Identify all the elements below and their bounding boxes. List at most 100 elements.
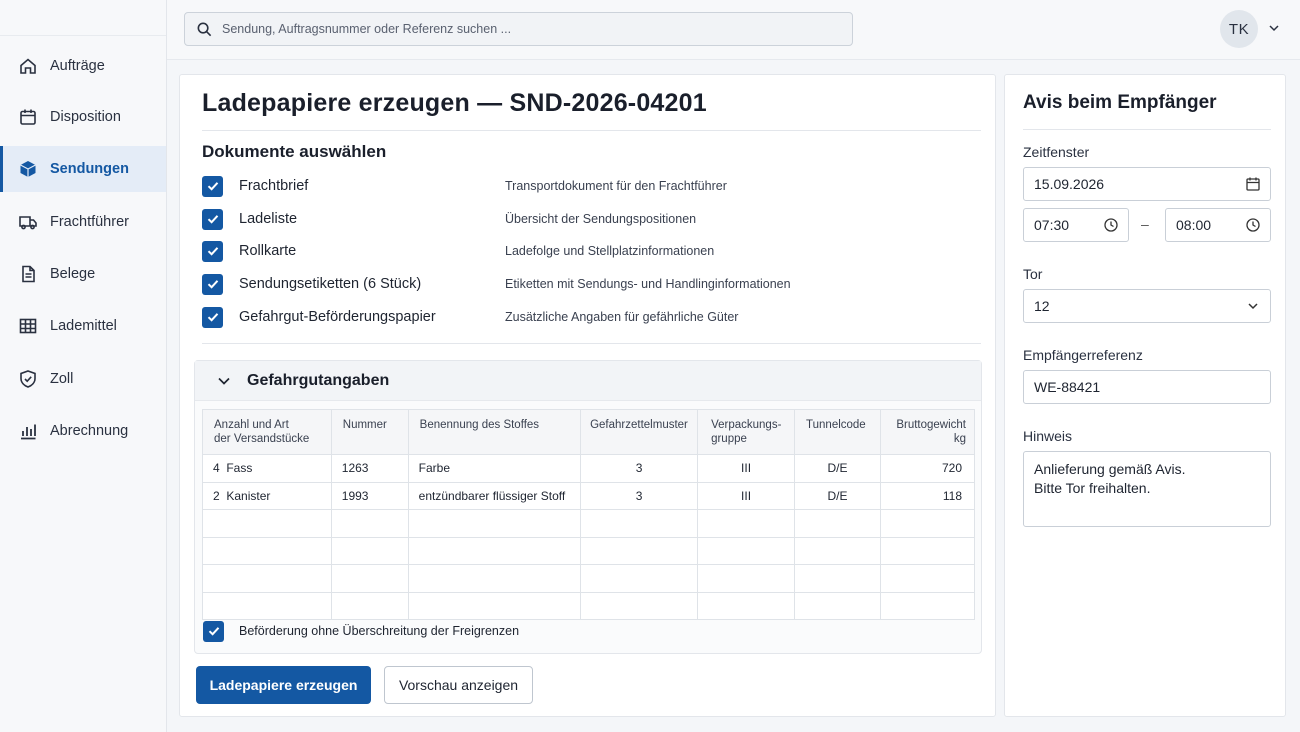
empty-cell[interactable] <box>580 591 699 620</box>
check-icon <box>207 182 218 191</box>
empty-cell[interactable] <box>580 536 699 565</box>
cell-benennung[interactable]: entzündbarer flüssiger Stoff <box>407 481 582 510</box>
sidebar-item-auftraege[interactable]: Aufträge <box>0 43 166 89</box>
cell-verpackungsgruppe[interactable]: III <box>697 454 796 483</box>
avatar[interactable]: TK <box>1220 10 1258 48</box>
empty-cell[interactable] <box>879 509 976 538</box>
documents-heading: Dokumente auswählen <box>202 142 387 161</box>
empty-cell[interactable] <box>697 509 796 538</box>
cell-anzahl[interactable]: 4 Fass <box>202 454 332 483</box>
time-from-field[interactable]: 07:30 <box>1023 208 1129 242</box>
cell-benennung[interactable]: Farbe <box>407 454 582 483</box>
empty-cell[interactable] <box>330 536 409 565</box>
empty-table-row[interactable] <box>202 564 976 593</box>
empty-cell[interactable] <box>697 536 796 565</box>
empty-cell[interactable] <box>879 536 976 565</box>
empty-cell[interactable] <box>202 591 332 620</box>
sidebar-item-sendungen[interactable]: Sendungen <box>0 146 166 192</box>
clock-icon[interactable] <box>1103 217 1119 233</box>
empty-cell[interactable] <box>794 564 881 593</box>
time-to-field[interactable]: 08:00 <box>1165 208 1271 242</box>
box-icon <box>20 161 36 177</box>
search-box[interactable] <box>184 12 853 46</box>
divider <box>1023 129 1271 130</box>
empty-cell[interactable] <box>407 536 582 565</box>
table-row[interactable]: 4 Fass 1263 Farbe 3 III D/E 720 <box>202 454 976 483</box>
checkbox-frachtbrief[interactable] <box>202 175 223 197</box>
cell-nummer[interactable]: 1263 <box>330 454 409 483</box>
column-header-text: Bruttogewicht <box>896 419 966 431</box>
empty-cell[interactable] <box>879 564 976 593</box>
search-icon <box>197 22 212 36</box>
empty-table-row[interactable] <box>202 591 976 620</box>
checkbox-rollkarte[interactable] <box>202 240 223 262</box>
checkbox-freigrenzen[interactable] <box>203 620 224 642</box>
document-option-gefahrgut: Gefahrgut-Beförderungspapier Zusätzliche… <box>202 306 962 328</box>
hazmat-panel-toggle[interactable]: Gefahrgutangaben <box>195 361 981 401</box>
sidebar-item-zoll[interactable]: Zoll <box>0 356 166 402</box>
search-input[interactable] <box>222 22 822 36</box>
checkbox-gefahrgut[interactable] <box>202 306 223 328</box>
checkbox-ladeliste[interactable] <box>202 208 223 230</box>
document-label: Frachtbrief <box>239 178 309 194</box>
preview-button[interactable]: Vorschau anzeigen <box>384 666 533 704</box>
main-card: Ladepapiere erzeugen — SND-2026-04201 Do… <box>179 74 996 717</box>
hazmat-table: Anzahl und Art der Versandstücke Nummer B… <box>202 409 976 620</box>
hinweis-textarea[interactable]: Anlieferung gemäß Avis. Bitte Tor freiha… <box>1023 451 1271 527</box>
truck-icon <box>19 216 37 230</box>
sidebar-item-lademittel[interactable]: Lademittel <box>0 303 166 349</box>
top-bar: TK <box>167 0 1300 60</box>
check-icon <box>207 280 218 289</box>
sidebar-item-disposition[interactable]: Disposition <box>0 94 166 140</box>
sidebar-item-frachtfuehrer[interactable]: Frachtführer <box>0 199 166 245</box>
empty-cell[interactable] <box>580 564 699 593</box>
cell-gefahrzettel[interactable]: 3 <box>580 481 699 510</box>
empty-cell[interactable] <box>697 591 796 620</box>
sidebar-item-label: Disposition <box>50 109 121 125</box>
document-description: Ladefolge und Stellplatzinformationen <box>505 244 715 258</box>
empty-cell[interactable] <box>580 509 699 538</box>
sidebar-item-label: Lademittel <box>50 318 117 334</box>
divider <box>202 343 981 344</box>
cell-gefahrzettel[interactable]: 3 <box>580 454 699 483</box>
empty-cell[interactable] <box>794 536 881 565</box>
empty-cell[interactable] <box>879 591 976 620</box>
empty-cell[interactable] <box>697 564 796 593</box>
column-header-nummer: Nummer <box>330 409 409 455</box>
empty-cell[interactable] <box>407 591 582 620</box>
checkbox-sendungsetiketten[interactable] <box>202 273 223 295</box>
calendar-icon[interactable] <box>1245 176 1261 192</box>
empty-cell[interactable] <box>407 509 582 538</box>
empty-table-row[interactable] <box>202 509 976 538</box>
tor-label: Tor <box>1023 266 1043 282</box>
empty-cell[interactable] <box>407 564 582 593</box>
empty-cell[interactable] <box>202 536 332 565</box>
cell-bruttogewicht[interactable]: 118 <box>879 481 976 510</box>
date-field[interactable]: 15.09.2026 <box>1023 167 1271 201</box>
generate-documents-button[interactable]: Ladepapiere erzeugen <box>196 666 371 704</box>
cell-verpackungsgruppe[interactable]: III <box>697 481 796 510</box>
empty-cell[interactable] <box>794 509 881 538</box>
empty-cell[interactable] <box>202 564 332 593</box>
cell-tunnelcode[interactable]: D/E <box>794 454 881 483</box>
cell-nummer[interactable]: 1993 <box>330 481 409 510</box>
cell-tunnelcode[interactable]: D/E <box>794 481 881 510</box>
empty-cell[interactable] <box>794 591 881 620</box>
clock-icon[interactable] <box>1245 217 1261 233</box>
freigrenzen-option: Beförderung ohne Überschreitung der Frei… <box>203 620 519 642</box>
tor-select[interactable]: 12 <box>1023 289 1271 323</box>
empfaengerreferenz-input[interactable]: WE-88421 <box>1023 370 1271 404</box>
chevron-down-icon[interactable] <box>1267 21 1281 35</box>
sidebar-item-abrechnung[interactable]: Abrechnung <box>0 408 166 454</box>
table-row[interactable]: 2 Kanister 1993 entzündbarer flüssiger S… <box>202 481 976 510</box>
cell-bruttogewicht[interactable]: 720 <box>879 454 976 483</box>
cell-anzahl[interactable]: 2 Kanister <box>202 481 332 510</box>
empty-cell[interactable] <box>202 509 332 538</box>
empty-table-row[interactable] <box>202 536 976 565</box>
empty-cell[interactable] <box>330 591 409 620</box>
sidebar-item-belege[interactable]: Belege <box>0 251 166 297</box>
freigrenzen-label: Beförderung ohne Überschreitung der Frei… <box>239 624 520 638</box>
empty-cell[interactable] <box>330 509 409 538</box>
home-icon <box>20 58 36 74</box>
empty-cell[interactable] <box>330 564 409 593</box>
